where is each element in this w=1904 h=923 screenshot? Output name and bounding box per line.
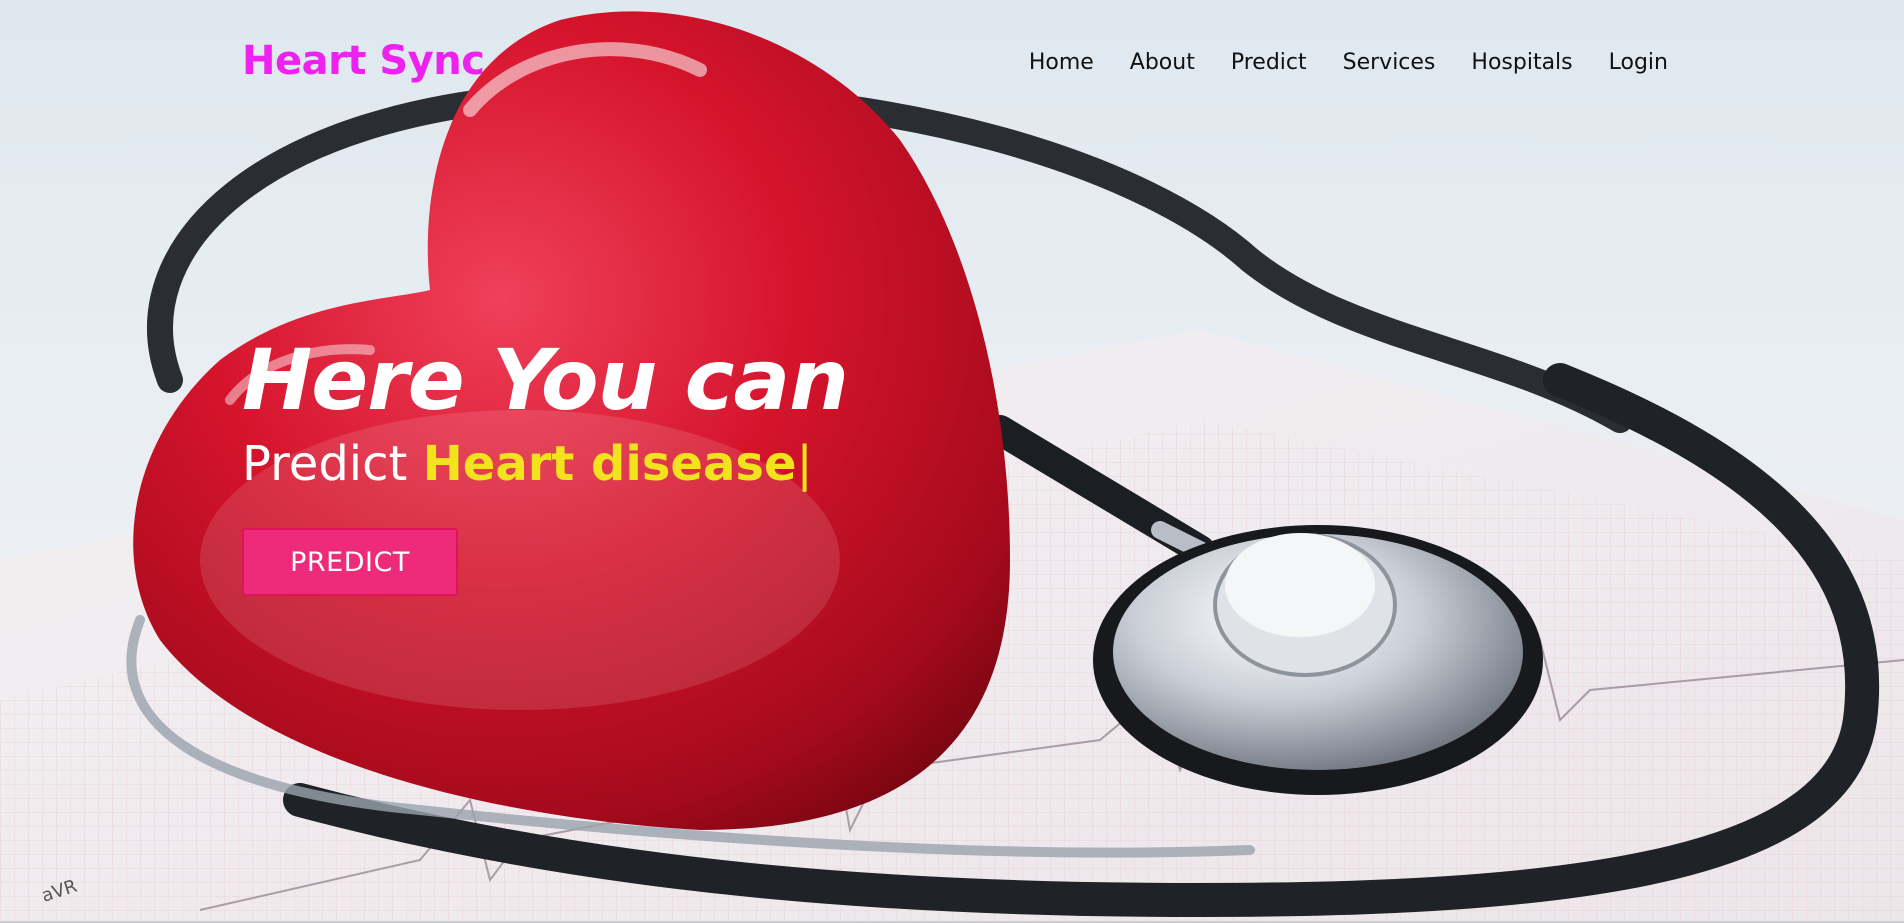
nav-links: Home About Predict Services Hospitals Lo… [1029, 50, 1668, 75]
nav-link-about[interactable]: About [1130, 50, 1195, 75]
hero-content: Here You can Predict Heart disease| PRED… [242, 330, 849, 596]
hero-subtitle-prefix: Predict [242, 436, 423, 492]
hero-section: aVR Heart Sync Home About Predict Servic… [0, 0, 1904, 923]
predict-button[interactable]: PREDICT [242, 528, 458, 596]
nav-link-home[interactable]: Home [1029, 50, 1094, 75]
nav-link-hospitals[interactable]: Hospitals [1471, 50, 1572, 75]
nav-link-services[interactable]: Services [1343, 50, 1436, 75]
hero-subtitle: Predict Heart disease| [242, 434, 848, 494]
nav-link-login[interactable]: Login [1609, 50, 1668, 75]
top-navbar: Heart Sync Home About Predict Services H… [0, 0, 1904, 130]
hero-subtitle-highlight: Heart disease [422, 436, 797, 492]
nav-link-predict[interactable]: Predict [1231, 50, 1307, 75]
brand-logo[interactable]: Heart Sync [242, 38, 485, 84]
hero-title: Here You can [242, 331, 849, 429]
typing-caret: | [796, 436, 813, 492]
